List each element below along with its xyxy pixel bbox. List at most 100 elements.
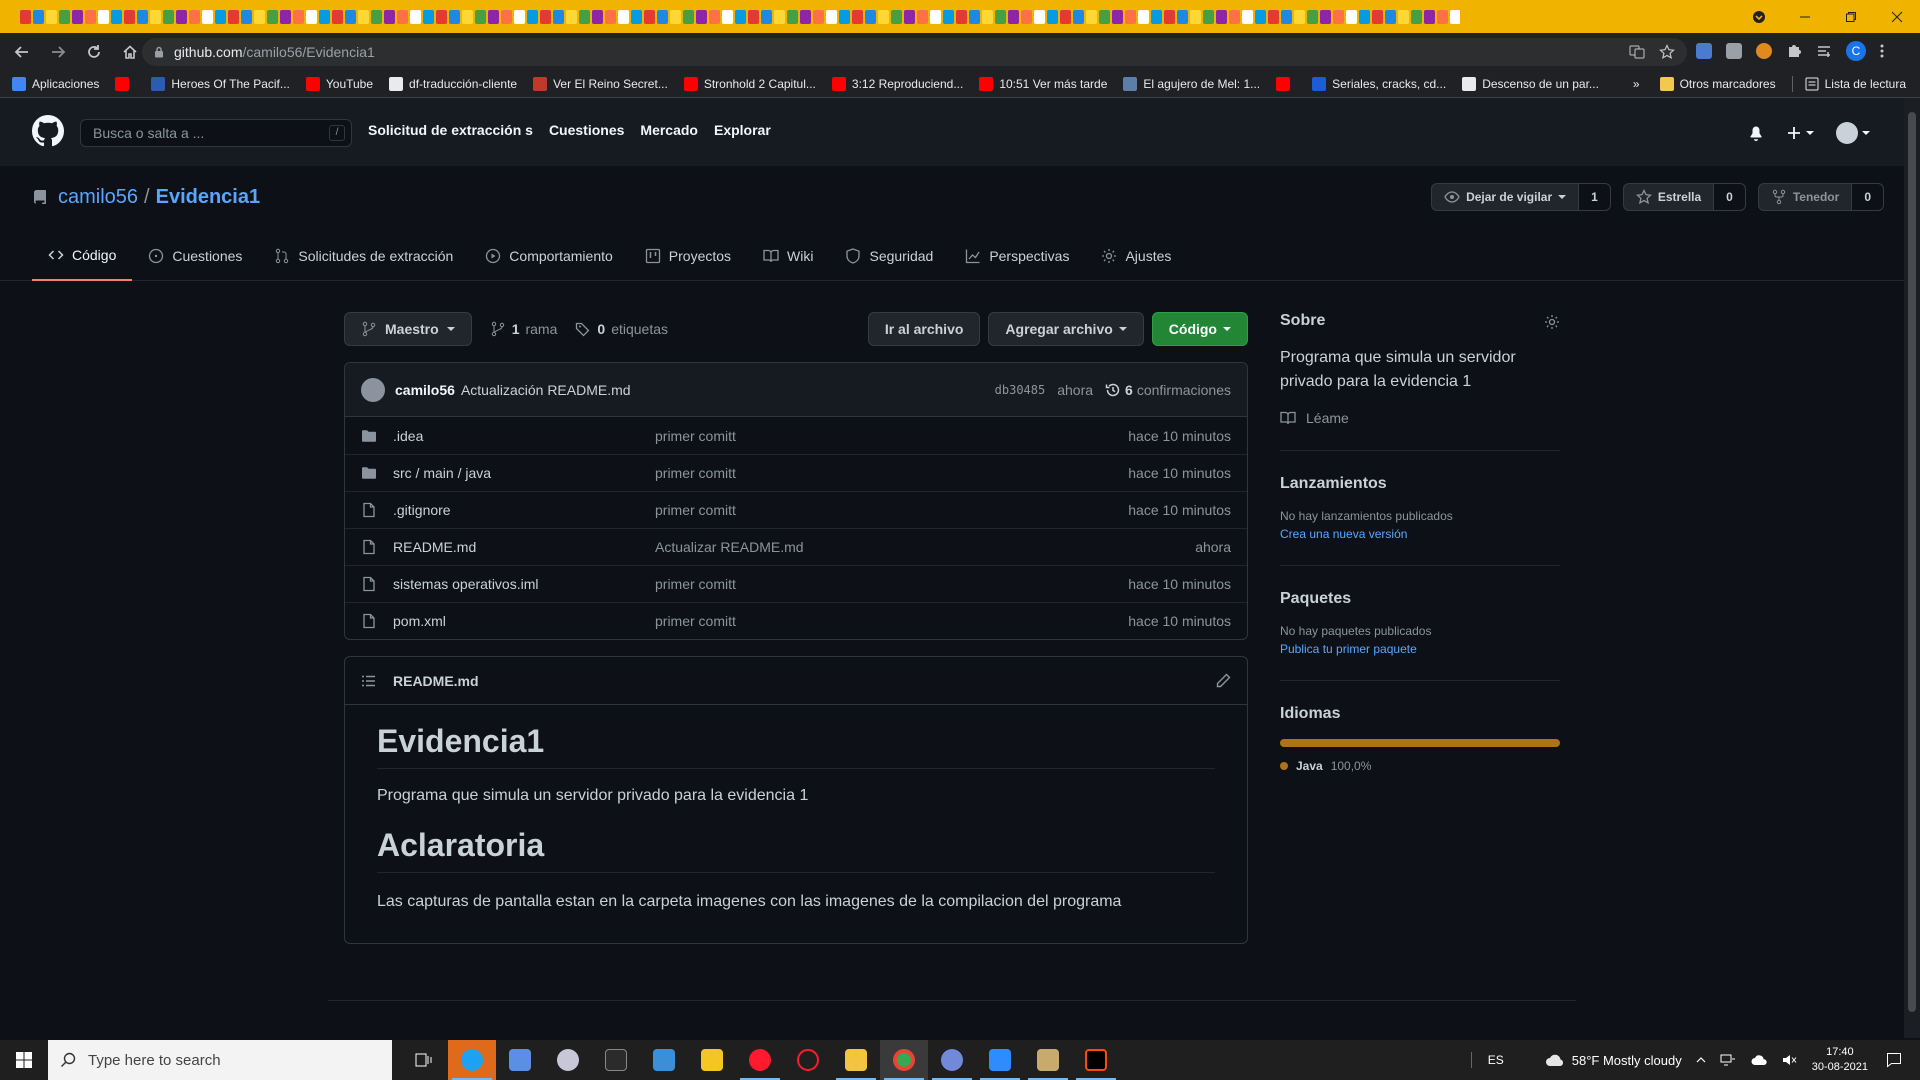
- bookmark-item[interactable]: Ver El Reino Secret...: [533, 76, 668, 91]
- windows-start-icon[interactable]: [0, 1040, 48, 1080]
- pinned-tab-favicon[interactable]: [865, 9, 876, 24]
- pinned-tab-favicon[interactable]: [1255, 9, 1266, 24]
- pinned-tab-favicon[interactable]: [1281, 9, 1292, 24]
- pinned-tab-favicon[interactable]: [475, 9, 486, 24]
- reading-mode-icon[interactable]: [1816, 43, 1832, 59]
- pinned-tab-favicon[interactable]: [1112, 9, 1123, 24]
- pinned-tab-favicon[interactable]: [982, 9, 993, 24]
- github-nav-item[interactable]: Cuestiones: [549, 122, 624, 138]
- pinned-tab-favicon[interactable]: [995, 9, 1006, 24]
- file-commit-message-link[interactable]: primer comitt: [655, 428, 736, 444]
- pinned-tab-favicon[interactable]: [319, 9, 330, 24]
- pinned-tab-favicon[interactable]: [488, 9, 499, 24]
- pinned-tab-favicon[interactable]: [111, 9, 122, 24]
- pinned-tab-favicon[interactable]: [1333, 9, 1344, 24]
- pinned-tab-favicon[interactable]: [436, 9, 447, 24]
- pinned-tab-favicon[interactable]: [1216, 9, 1227, 24]
- pinned-tab-favicon[interactable]: [1125, 9, 1136, 24]
- pinned-tab-favicon[interactable]: [176, 9, 187, 24]
- pinned-tab-favicon[interactable]: [1164, 9, 1175, 24]
- file-commit-message-link[interactable]: primer comitt: [655, 576, 736, 592]
- chrome-app-icon[interactable]: [880, 1040, 928, 1080]
- pinned-tab-favicon[interactable]: [1177, 9, 1188, 24]
- language-bar[interactable]: [1280, 739, 1560, 747]
- pinned-tab-favicon[interactable]: [631, 9, 642, 24]
- pinned-tab-favicon[interactable]: [592, 9, 603, 24]
- opera-app-icon[interactable]: [736, 1040, 784, 1080]
- pinned-tab-favicon[interactable]: [800, 9, 811, 24]
- pinned-tab-favicon[interactable]: [462, 9, 473, 24]
- pinned-tab-favicon[interactable]: [709, 9, 720, 24]
- pinned-tab-favicon[interactable]: [410, 9, 421, 24]
- repo-tab[interactable]: Solicitudes de extracción: [258, 230, 469, 281]
- pinned-tab-favicon[interactable]: [787, 9, 798, 24]
- taskbar-clock[interactable]: 17:40 30-08-2021: [1812, 1045, 1868, 1075]
- pinned-tab-favicon[interactable]: [241, 9, 252, 24]
- fork-button[interactable]: Tenedor: [1757, 183, 1853, 211]
- file-explorer-icon[interactable]: [832, 1040, 880, 1080]
- github-nav-item[interactable]: Mercado: [640, 122, 698, 138]
- repo-name-link[interactable]: Evidencia1: [156, 186, 261, 209]
- commit-author-avatar[interactable]: [361, 377, 385, 402]
- repo-tab[interactable]: Wiki: [747, 230, 829, 281]
- pinned-tab-favicon[interactable]: [33, 9, 44, 24]
- pinned-tab-favicon[interactable]: [748, 9, 759, 24]
- pinned-tab-favicon[interactable]: [1047, 9, 1058, 24]
- pinned-tab-favicon[interactable]: [683, 9, 694, 24]
- app-icon-pen[interactable]: [640, 1040, 688, 1080]
- pinned-tab-favicon[interactable]: [124, 9, 135, 24]
- file-commit-message-link[interactable]: primer comitt: [655, 465, 736, 481]
- repo-tab[interactable]: Cuestiones: [132, 230, 258, 281]
- weather-widget[interactable]: 58°F Mostly cloudy: [1544, 1053, 1682, 1068]
- pinned-tab-favicon[interactable]: [1060, 9, 1071, 24]
- pinned-tab-favicon[interactable]: [215, 9, 226, 24]
- bookmark-star-icon[interactable]: [1659, 44, 1675, 60]
- pinned-tab-favicon[interactable]: [1229, 9, 1240, 24]
- pinned-tab-favicon[interactable]: [72, 9, 83, 24]
- pinned-tabs[interactable]: [20, 9, 1460, 24]
- forward-icon[interactable]: [40, 34, 76, 70]
- app-icon-yellow[interactable]: [688, 1040, 736, 1080]
- edge-app-icon[interactable]: [448, 1040, 496, 1080]
- pinned-tab-favicon[interactable]: [670, 9, 681, 24]
- action-center-icon[interactable]: [1886, 1052, 1902, 1068]
- readme-sidebar-link[interactable]: Léame: [1280, 410, 1560, 426]
- bookmark-item[interactable]: Aplicaciones: [12, 76, 99, 91]
- star-button[interactable]: Estrella: [1622, 183, 1715, 211]
- task-view-icon[interactable]: [400, 1040, 448, 1080]
- bookmark-item[interactable]: [1276, 76, 1296, 91]
- pinned-tab-favicon[interactable]: [904, 9, 915, 24]
- gear-icon[interactable]: [1544, 314, 1560, 330]
- repo-tab[interactable]: Comportamiento: [469, 230, 629, 281]
- pinned-tab-favicon[interactable]: [579, 9, 590, 24]
- pinned-tab-favicon[interactable]: [1424, 9, 1435, 24]
- intellij-app-icon[interactable]: [1072, 1040, 1120, 1080]
- file-row[interactable]: .gitignore primer comitt hace 10 minutos: [345, 491, 1247, 528]
- discord-app-icon[interactable]: [928, 1040, 976, 1080]
- bookmark-item[interactable]: 3:12 Reproduciend...: [831, 76, 963, 91]
- pinned-tab-favicon[interactable]: [1008, 9, 1019, 24]
- watch-count[interactable]: 1: [1579, 183, 1611, 211]
- chevron-up-icon[interactable]: [1696, 1056, 1706, 1064]
- repo-tab[interactable]: Perspectivas: [949, 230, 1085, 281]
- pinned-tab-favicon[interactable]: [1307, 9, 1318, 24]
- pinned-tab-favicon[interactable]: [1151, 9, 1162, 24]
- page-scrollbar[interactable]: [1904, 98, 1920, 1038]
- pinned-tab-favicon[interactable]: [1242, 9, 1253, 24]
- pinned-tab-favicon[interactable]: [306, 9, 317, 24]
- code-button[interactable]: Código: [1151, 312, 1248, 346]
- commit-message-link[interactable]: Actualización README.md: [461, 382, 631, 398]
- app-icon-brain[interactable]: [544, 1040, 592, 1080]
- notifications-bell-icon[interactable]: [1748, 125, 1764, 141]
- restore-icon[interactable]: [1828, 11, 1874, 23]
- releases-title-link[interactable]: Lanzamientos: [1280, 475, 1560, 493]
- pinned-tab-favicon[interactable]: [20, 9, 31, 24]
- pinned-tab-favicon[interactable]: [280, 9, 291, 24]
- reload-icon[interactable]: [76, 34, 112, 70]
- tab-search-icon[interactable]: [1736, 10, 1782, 24]
- pinned-tab-favicon[interactable]: [98, 9, 109, 24]
- volume-muted-icon[interactable]: [1782, 1053, 1798, 1067]
- translate-icon[interactable]: [1629, 44, 1645, 60]
- pinned-tab-favicon[interactable]: [917, 9, 928, 24]
- pinned-tab-favicon[interactable]: [1320, 9, 1331, 24]
